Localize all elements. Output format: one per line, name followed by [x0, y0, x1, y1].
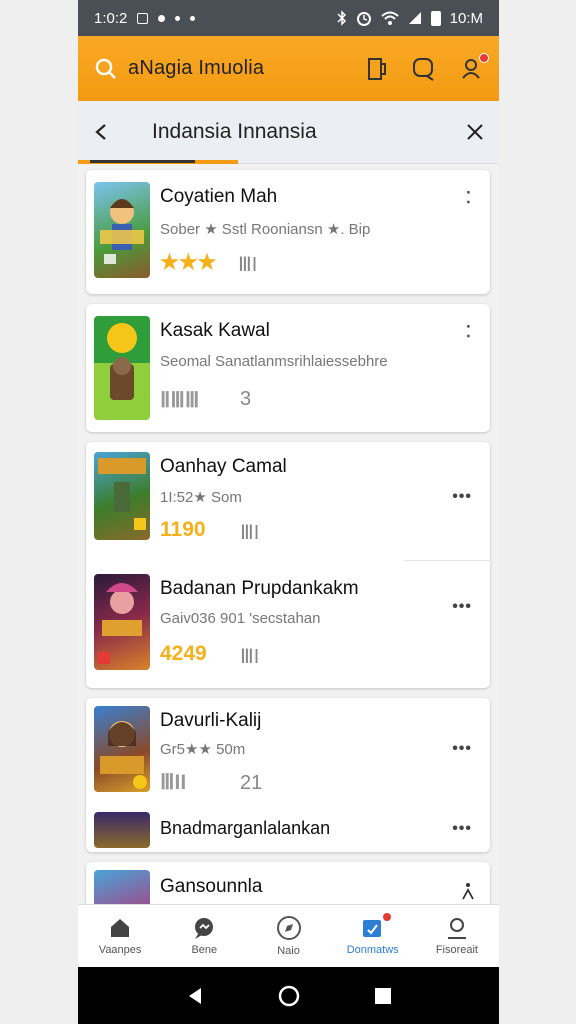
item-name: Oanhay Camal	[160, 456, 287, 477]
item-rating: 1190	[160, 518, 206, 541]
item-name: Gansounnla	[160, 876, 263, 897]
home-icon	[111, 919, 130, 937]
system-recents-icon[interactable]	[374, 987, 392, 1005]
nav-label: Donmatws	[346, 944, 399, 956]
list-item[interactable]: Badanan Prupdankakm Gaiv036 901 'secstah…	[86, 574, 490, 674]
list-card[interactable]: Kasak Kawal Seomal Sanatlanmsrihlaiesseb…	[86, 304, 490, 432]
bluetooth-icon	[337, 10, 346, 26]
nav-item-downloads[interactable]: Donmatws	[331, 905, 415, 967]
nav-label: Naio	[277, 945, 300, 957]
app-thumbnail	[94, 706, 150, 792]
system-back-icon[interactable]	[185, 986, 205, 1006]
app-bar: aNagia Imuolia	[78, 36, 499, 101]
item-name: Davurli-Kalij	[160, 710, 262, 731]
item-count: 3	[240, 388, 252, 410]
item-count: ⅢI	[238, 254, 258, 276]
phone-screen: 1:0:2 10:M aNagia Imuolia Indansia Innan…	[78, 0, 499, 1024]
nav-item-chat[interactable]: Bene	[162, 905, 246, 967]
item-rating: ★★★	[160, 251, 217, 274]
status-bar: 1:0:2 10:M	[78, 0, 499, 36]
list-card[interactable]: Coyatien Mah Sober ★ Sstl Rooniansn ★. B…	[86, 170, 490, 294]
nav-item-explore[interactable]: Naio	[246, 905, 330, 967]
nav-item-profile[interactable]: Fisoreait	[415, 905, 499, 967]
app-list: Coyatien Mah Sober ★ Sstl Rooniansn ★. B…	[78, 164, 499, 904]
list-item[interactable]: Coyatien Mah Sober ★ Sstl Rooniansn ★. B…	[86, 182, 490, 282]
back-arrow-icon[interactable]	[92, 122, 112, 142]
bookmark-icon	[368, 57, 386, 80]
app-thumbnail	[94, 870, 150, 904]
profile-icon	[447, 918, 466, 939]
notification-button[interactable]	[459, 52, 489, 82]
system-home-icon[interactable]	[278, 985, 300, 1007]
chat-button[interactable]	[411, 56, 437, 82]
status-right-time: 10:M	[449, 9, 483, 27]
divider	[404, 560, 490, 561]
bookmark-button[interactable]	[363, 56, 389, 82]
signal-icon	[408, 12, 421, 24]
item-meta: Seomal Sanatlanmsrihlaiessebhre	[160, 353, 388, 370]
downloads-icon	[362, 920, 381, 937]
list-item[interactable]: Gansounnla	[86, 870, 490, 904]
list-item[interactable]: Kasak Kawal Seomal Sanatlanmsrihlaiesseb…	[86, 316, 490, 420]
nav-label: Bene	[191, 944, 218, 956]
status-time: 1:0:2	[94, 9, 128, 27]
item-meta: Gr5★★ 50m	[160, 741, 246, 758]
list-item[interactable]: Davurli-Kalij Gr5★★ 50m ⅢII 21 •••	[86, 706, 490, 806]
notification-dot-icon	[190, 15, 196, 21]
chat-icon	[413, 57, 434, 81]
app-thumbnail	[94, 182, 150, 278]
item-name: Coyatien Mah	[160, 186, 278, 207]
nav-item-home[interactable]: Vaanpes	[78, 905, 162, 967]
nav-badge	[381, 912, 392, 922]
item-meta: Gaiv036 901 'secstahan	[160, 610, 321, 627]
screenshot-icon	[137, 12, 149, 24]
chat-bubble-icon	[195, 918, 214, 939]
system-nav-bar	[78, 967, 499, 1024]
list-card[interactable]: Davurli-Kalij Gr5★★ 50m ⅢII 21 ••• Bnadm…	[86, 698, 490, 852]
app-thumbnail	[94, 812, 150, 848]
battery-icon	[430, 10, 441, 26]
item-count: 21	[240, 772, 263, 794]
item-rating: ⅢII	[160, 771, 187, 794]
item-name: Bnadmarganlalankan	[160, 818, 331, 838]
more-options-icon[interactable]: •••	[452, 598, 472, 616]
sub-header: Indansia Innansia	[78, 101, 499, 164]
item-meta: Sober ★ Sstl Rooniansn ★. Bip	[160, 221, 371, 238]
item-name: Kasak Kawal	[160, 320, 270, 341]
app-title: aNagia Imuolia	[128, 57, 265, 79]
more-options-icon[interactable]: •••	[452, 740, 472, 758]
list-card[interactable]: Oanhay Camal 1I:52★ Som 1190 ⅢI ••• Bada…	[86, 442, 490, 688]
notification-badge	[479, 52, 489, 63]
more-options-icon[interactable]: ⁚	[466, 188, 472, 208]
item-name: Badanan Prupdankakm	[160, 578, 359, 599]
app-thumbnail	[94, 452, 150, 540]
list-item[interactable]: Bnadmarganlalankan •••	[86, 812, 490, 850]
wifi-icon	[380, 11, 399, 25]
list-card[interactable]: Gansounnla	[86, 862, 490, 904]
notification-dot-icon	[175, 15, 181, 21]
share-icon[interactable]	[462, 882, 474, 900]
app-thumbnail	[94, 316, 150, 420]
sub-header-title: Indansia Innansia	[152, 120, 317, 143]
item-rating: ⅡⅢⅢ	[160, 389, 200, 412]
bottom-nav: Vaanpes Bene Naio Donmatws Fisoreait	[78, 904, 499, 967]
compass-icon	[276, 916, 301, 940]
more-options-icon[interactable]: •••	[452, 820, 472, 838]
item-rating: 4249	[160, 642, 207, 665]
close-icon[interactable]	[465, 122, 485, 142]
item-count: ⅢI	[240, 646, 260, 668]
notification-dot-icon	[158, 14, 166, 22]
item-meta: 1I:52★ Som	[160, 489, 242, 506]
list-item[interactable]: Oanhay Camal 1I:52★ Som 1190 ⅢI •••	[86, 452, 490, 552]
nav-label: Fisoreait	[435, 944, 478, 956]
item-count: ⅢI	[240, 522, 260, 544]
search-icon[interactable]	[94, 57, 118, 81]
alarm-icon	[356, 12, 371, 26]
app-thumbnail	[94, 574, 150, 670]
nav-label: Vaanpes	[98, 944, 142, 956]
more-options-icon[interactable]: ⁚	[466, 322, 472, 342]
more-options-icon[interactable]: •••	[452, 488, 472, 506]
